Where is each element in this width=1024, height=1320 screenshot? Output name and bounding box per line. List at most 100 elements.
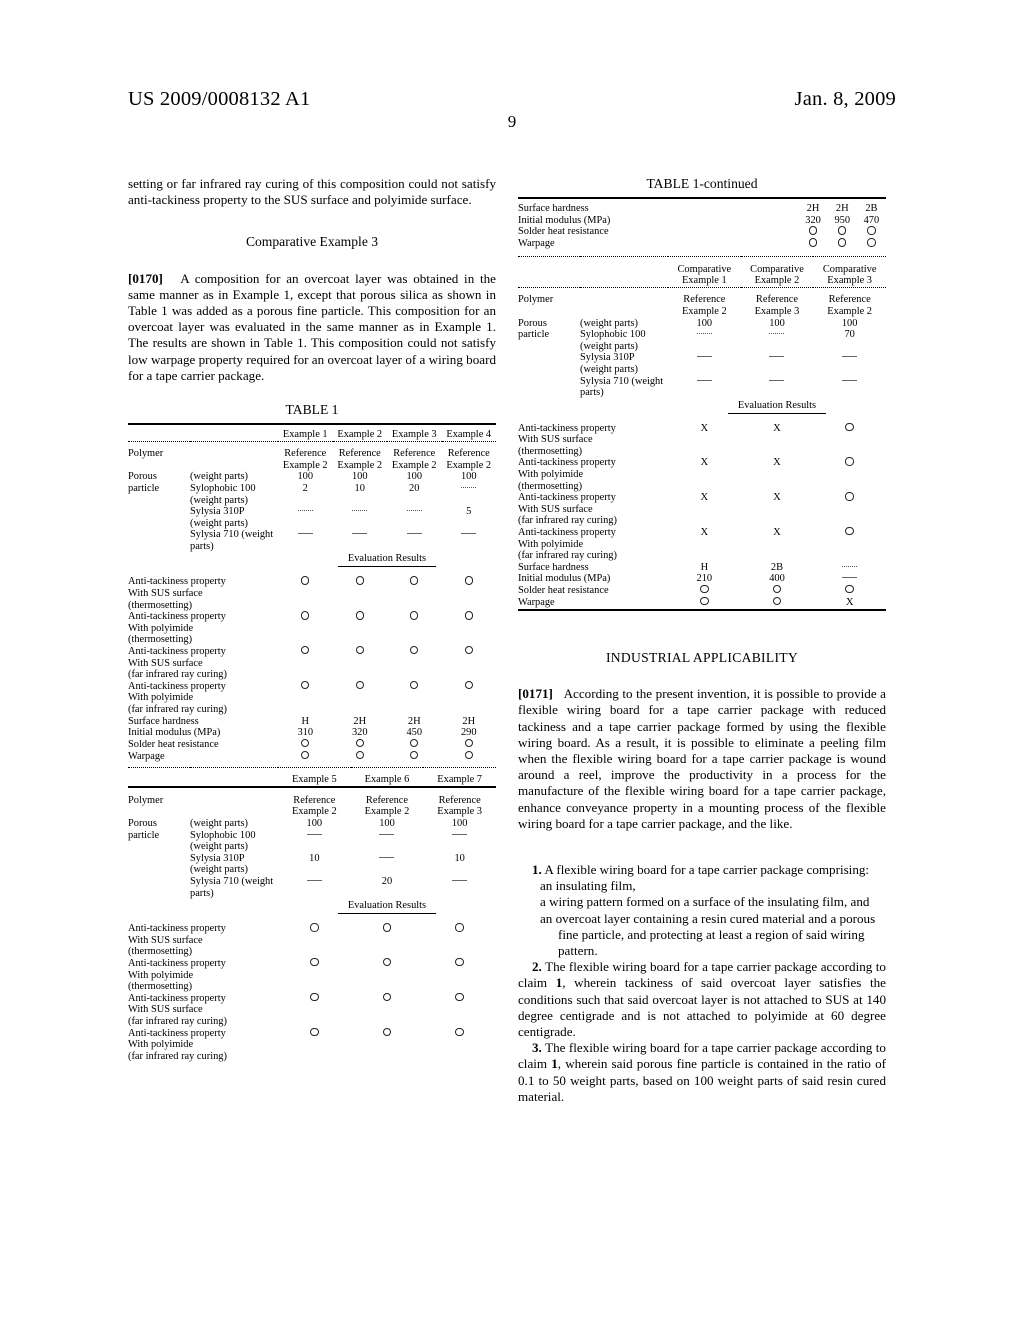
table-row-eval-header: Evaluation Results xyxy=(128,899,496,915)
cell: Reference Example 2 xyxy=(291,794,337,818)
row-label: Anti-tackiness property With SUS surface… xyxy=(128,992,227,1027)
cell xyxy=(442,680,497,716)
cell: X xyxy=(845,596,854,608)
table-row-header: Comparative Example 1 Comparative Exampl… xyxy=(518,264,886,288)
table-row: Anti-tackiness property With polyimide (… xyxy=(128,680,497,716)
cell xyxy=(741,329,814,352)
row-stub: Polymer xyxy=(128,794,164,806)
cell: X xyxy=(773,422,781,434)
row-param: Sylophobic 100 (weight parts) xyxy=(580,329,646,352)
row-label: Anti-tackiness property With polyimide (… xyxy=(518,527,617,562)
table-row: Porous (weight parts) 100 100 100 xyxy=(518,318,886,330)
row-label: Initial modulus (MPa) xyxy=(518,214,611,226)
row-label: Initial modulus (MPa) xyxy=(518,573,611,585)
table-row: Initial modulus (MPa) 320 950 470 xyxy=(518,215,886,227)
row-param: Sylysia 310P (weight parts) xyxy=(190,852,248,876)
row-param: Sylysia 710 (weight parts) xyxy=(190,876,274,899)
cell xyxy=(387,750,442,763)
table-1-continued-block: TABLE 1-continued Surface hardness 2H 2H… xyxy=(518,176,886,616)
cell: X xyxy=(700,527,709,539)
cell xyxy=(387,506,442,529)
cell: Reference Example 2 xyxy=(282,448,328,471)
claim-2: 2. The flexible wiring board for a tape … xyxy=(518,959,886,1040)
cell: 2H xyxy=(806,203,820,214)
paragraph-0171-text: According to the present invention, it i… xyxy=(518,686,886,831)
paragraph-0170: [0170] A composition for an overcoat lay… xyxy=(128,271,496,384)
claim-number: 2. xyxy=(532,959,542,975)
table-row: Anti-tackiness property With polyimide (… xyxy=(518,457,886,492)
table-1-continued-title: TABLE 1-continued xyxy=(646,176,758,191)
row-label: Warpage xyxy=(518,238,555,250)
cell: 100 xyxy=(406,471,423,483)
claim-text: The flexible wiring board for a tape car… xyxy=(518,1040,887,1104)
table-row: Anti-tackiness property With SUS surface… xyxy=(518,422,886,458)
cell xyxy=(813,457,886,492)
table-row: Surface hardness H 2H 2H 2H xyxy=(128,716,496,728)
table-row: Warpage xyxy=(518,238,886,250)
cell xyxy=(741,376,814,399)
table-row: Initial modulus (MPa) 210 400 xyxy=(518,573,886,585)
table-1-continued-tail: Surface hardness 2H 2H 2B Initial modulu… xyxy=(518,197,886,256)
cell xyxy=(813,352,886,375)
cell: 320 xyxy=(805,214,821,226)
cell xyxy=(828,226,857,238)
table-row: Sylysia 310P (weight parts) 10 10 xyxy=(128,853,496,876)
cell xyxy=(857,226,886,238)
column-header: Example 5 xyxy=(291,774,337,786)
paragraph-0171: [0171] According to the present inventio… xyxy=(518,686,886,832)
cell: Reference Example 2 xyxy=(337,448,383,471)
table-row: Warpage xyxy=(128,750,496,763)
cell xyxy=(423,830,496,853)
cell xyxy=(828,238,857,250)
cell: X xyxy=(700,457,709,469)
patent-number: US 2009/0008132 A1 xyxy=(128,88,311,110)
cell xyxy=(741,585,814,597)
cell: 10 xyxy=(454,852,465,864)
cell: 2B xyxy=(865,203,878,214)
table-row-header: Example 1 Example 2 Example 3 Example 4 xyxy=(128,429,496,441)
row-param: Sylophobic 100 (weight parts) xyxy=(190,482,256,506)
table-row-eval-header: Evaluation Results xyxy=(128,552,496,568)
cell: Reference Example 2 xyxy=(681,294,727,317)
row-stub: Porous xyxy=(128,818,157,830)
cell xyxy=(278,576,333,611)
cell: X xyxy=(773,527,781,539)
cell xyxy=(278,876,351,899)
cell xyxy=(333,611,388,646)
cell xyxy=(813,527,886,562)
cell: 450 xyxy=(406,727,423,739)
table-row: Polymer Reference Example 2 Reference Ex… xyxy=(128,448,496,471)
heading-industrial-applicability: INDUSTRIAL APPLICABILITY xyxy=(605,649,799,665)
cell xyxy=(442,576,497,611)
cell: Reference Example 2 xyxy=(827,294,873,317)
paragraph-number-0171: [0171] xyxy=(518,686,553,702)
cell: X xyxy=(773,457,781,469)
cell xyxy=(278,750,333,763)
table-row: particle Sylophobic 100 (weight parts) xyxy=(128,830,496,853)
row-stub: particle xyxy=(518,329,550,341)
table-1-title: TABLE 1 xyxy=(285,402,339,418)
cell xyxy=(442,611,497,646)
cell: 290 xyxy=(460,727,477,739)
cell: H xyxy=(301,715,309,727)
row-param: (weight parts) xyxy=(580,317,638,329)
table-row: Surface hardness H 2B xyxy=(518,562,886,574)
column-header: Example 7 xyxy=(437,774,483,786)
column-header: Example 2 xyxy=(337,429,383,441)
row-label: Solder heat resistance xyxy=(518,226,609,238)
cell xyxy=(351,1027,424,1063)
table-1-examples-5-7: Example 5 Example 6 Example 7 Polymer Re… xyxy=(128,766,496,1063)
cell xyxy=(668,596,741,610)
table-row: Anti-tackiness property With polyimide (… xyxy=(128,1027,496,1063)
table-row: Solder heat resistance xyxy=(518,226,886,238)
cell: 100 xyxy=(696,317,713,329)
table-row: Initial modulus (MPa) 310 320 450 290 xyxy=(128,727,496,739)
row-param: Sylysia 310P (weight parts) xyxy=(190,506,248,529)
table-row: Sylysia 310P (weight parts) 5 xyxy=(128,506,496,529)
cell xyxy=(278,506,333,529)
cell xyxy=(442,483,497,506)
cell: 100 xyxy=(297,471,314,483)
table-row: particle Sylophobic 100 (weight parts) 7… xyxy=(518,329,886,352)
evaluation-results-label: Evaluation Results xyxy=(727,399,827,414)
row-label: Anti-tackiness property With polyimide (… xyxy=(128,680,227,715)
